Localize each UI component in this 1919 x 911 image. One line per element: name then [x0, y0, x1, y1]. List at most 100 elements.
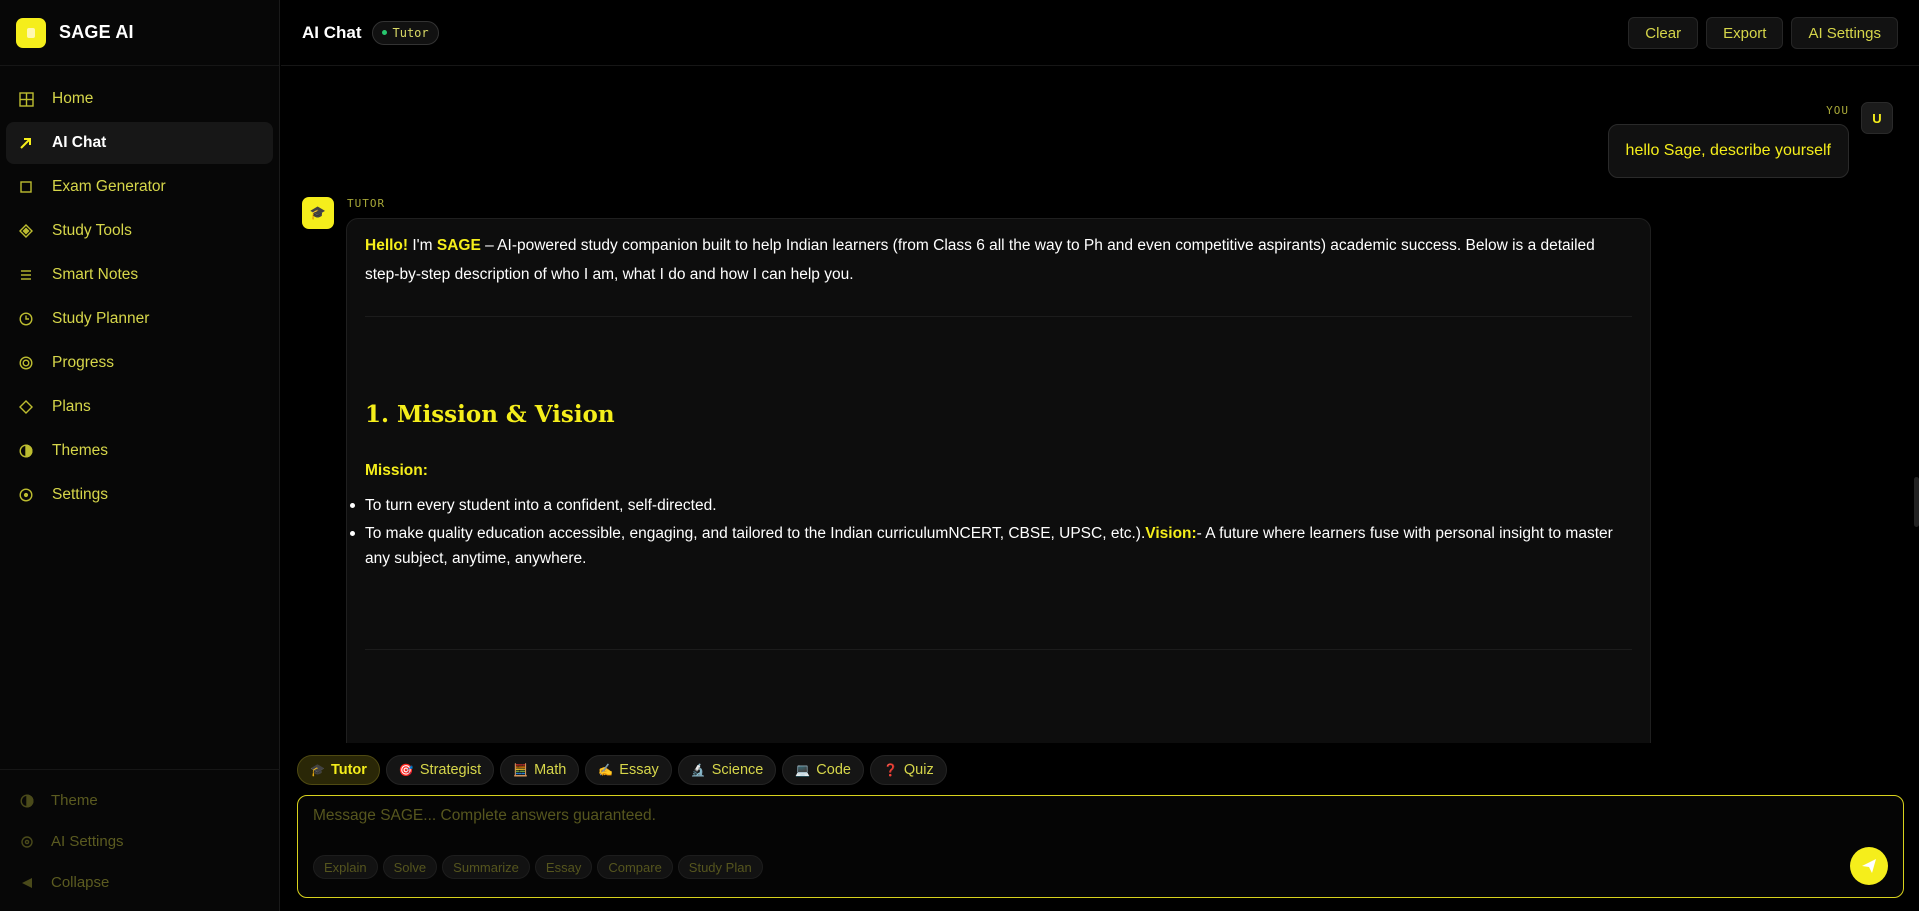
sidebar-item-themes[interactable]: Themes [6, 430, 273, 472]
intro-text-b: – AI‑powered study companion built to he… [365, 237, 1595, 283]
mode-chip-label: Science [711, 762, 764, 778]
export-button[interactable]: Export [1706, 17, 1784, 49]
mission-list: To turn every student into a confident, … [350, 493, 1632, 571]
scrollbar-thumb[interactable] [1914, 477, 1919, 527]
sidebar-footer-label: Theme [51, 792, 98, 809]
mode-chip-label: Code [816, 762, 851, 778]
app-root: SAGE AI Home AI Chat Exam Generator Stud… [0, 0, 1919, 911]
laptop-icon: 💻 [795, 763, 811, 777]
diamond-outline-icon [18, 399, 34, 415]
mode-chip-essay[interactable]: ✍️ Essay [585, 755, 672, 785]
mode-chip-label: Essay [619, 762, 659, 778]
target-icon [18, 355, 34, 371]
sidebar-item-study-planner[interactable]: Study Planner [6, 298, 273, 340]
sidebar-item-label: Themes [52, 442, 108, 459]
page-title: AI Chat [302, 22, 362, 42]
mode-chip-quiz[interactable]: ❓ Quiz [869, 755, 947, 785]
user-role-label: YOU [1826, 104, 1849, 117]
mode-selector: 🎓 Tutor 🎯 Strategist 🧮 Math ✍️ Essay 🔬 Scienc… [297, 755, 947, 785]
graduation-cap-icon: 🎓 [310, 763, 325, 777]
gear-icon [18, 487, 34, 503]
hello-text: Hello! [365, 237, 409, 254]
target-icon: 🎯 [398, 763, 414, 777]
sidebar-item-label: Settings [52, 486, 109, 503]
sage-logo-icon [16, 17, 46, 48]
sidebar-theme-toggle[interactable]: Theme [0, 780, 280, 821]
sidebar-item-label: AI Chat [52, 134, 107, 151]
sidebar-item-progress[interactable]: Progress [6, 342, 273, 384]
send-button[interactable] [1850, 847, 1888, 885]
sidebar-item-label: Progress [52, 354, 115, 371]
square-icon [18, 179, 34, 195]
mode-chip-tutor[interactable]: 🎓 Tutor [297, 755, 380, 785]
diamond-icon [18, 223, 34, 239]
mode-chip-science[interactable]: 🔬 Science [677, 755, 777, 785]
list-item: To turn every student into a confident, … [350, 493, 1632, 518]
list-icon [18, 267, 34, 283]
composer: 🎓 Tutor 🎯 Strategist 🧮 Math ✍️ Essay 🔬 Scienc… [281, 743, 1919, 911]
sidebar-item-plans[interactable]: Plans [6, 386, 273, 428]
sidebar-item-label: Study Planner [52, 310, 150, 327]
mode-chip-code[interactable]: 💻 Code [782, 755, 864, 785]
sidebar-collapse-button[interactable]: Collapse [0, 862, 280, 903]
sidebar-footer: Theme AI Settings Collapse [0, 769, 280, 911]
quick-action-essay[interactable]: Essay [534, 855, 593, 879]
divider [365, 649, 1632, 650]
status-dot-icon [381, 30, 387, 35]
user-avatar: U [1861, 102, 1893, 134]
mode-badge: Tutor [371, 20, 439, 45]
clear-button[interactable]: Clear [1628, 17, 1699, 49]
section-heading: 1. Mission & Vision [365, 401, 615, 428]
mode-chip-strategist[interactable]: 🎯 Strategist [385, 755, 495, 785]
mode-chip-math[interactable]: 🧮 Math [500, 755, 580, 785]
sidebar: SAGE AI Home AI Chat Exam Generator Stud… [0, 0, 280, 911]
sidebar-item-label: Home [52, 90, 94, 107]
quick-action-summarize[interactable]: Summarize [442, 855, 530, 879]
ai-settings-button[interactable]: AI Settings [1791, 17, 1898, 49]
sidebar-item-label: Plans [52, 398, 91, 415]
quick-actions: Explain Solve Summarize Essay Compare St… [313, 855, 763, 879]
sidebar-item-label: Exam Generator [52, 178, 166, 195]
abacus-icon: 🧮 [513, 763, 529, 777]
sidebar-nav: Home AI Chat Exam Generator Study Tools [0, 66, 279, 516]
quick-action-compare[interactable]: Compare [597, 855, 673, 879]
brand-name: SAGE AI [59, 22, 134, 42]
sidebar-item-exam-generator[interactable]: Exam Generator [6, 166, 273, 208]
sidebar-item-settings[interactable]: Settings [6, 474, 273, 516]
mode-chip-label: Math [534, 762, 567, 778]
bullet2-text-a: To make quality education accessible, en… [365, 525, 1146, 542]
sidebar-item-label: Smart Notes [52, 266, 139, 283]
clock-icon [18, 311, 34, 327]
intro-text-a: I'm [408, 237, 437, 254]
quick-action-solve[interactable]: Solve [382, 855, 438, 879]
divider [365, 316, 1632, 317]
message-input-box: Explain Solve Summarize Essay Compare St… [297, 795, 1904, 898]
half-circle-icon [18, 443, 34, 459]
graduation-cap-icon: 🎓 [302, 197, 334, 229]
mode-badge-label: Tutor [392, 25, 429, 40]
user-message: hello Sage, describe yourself [1607, 124, 1849, 178]
brand[interactable]: SAGE AI [0, 0, 279, 66]
sidebar-footer-label: AI Settings [51, 833, 124, 850]
quick-action-study-plan[interactable]: Study Plan [677, 855, 763, 879]
send-icon [1862, 859, 1876, 873]
list-item: To make quality education accessible, en… [350, 521, 1632, 571]
top-bar: AI Chat Tutor Clear Export AI Settings [281, 0, 1919, 66]
sidebar-item-study-tools[interactable]: Study Tools [6, 210, 273, 252]
sidebar-ai-settings[interactable]: AI Settings [0, 821, 280, 862]
quick-action-explain[interactable]: Explain [313, 855, 378, 879]
mode-chip-label: Quiz [903, 762, 934, 778]
assistant-message: Hello! I'm SAGE – AI‑powered study compa… [346, 218, 1651, 743]
question-mark-icon: ❓ [882, 763, 898, 777]
arrow-icon [18, 135, 34, 151]
tutor-role-label: TUTOR [347, 197, 386, 210]
chat-thread[interactable]: YOU U hello Sage, describe yourself 🎓 TU… [281, 67, 1919, 743]
sidebar-item-ai-chat[interactable]: AI Chat [6, 122, 273, 164]
intro-paragraph: Hello! I'm SAGE – AI‑powered study compa… [365, 231, 1632, 289]
message-input[interactable] [313, 804, 1813, 828]
sidebar-item-home[interactable]: Home [6, 78, 273, 120]
mission-label: Mission: [365, 462, 428, 479]
gear-icon [19, 834, 35, 850]
grid-icon [18, 91, 34, 107]
sidebar-item-smart-notes[interactable]: Smart Notes [6, 254, 273, 296]
